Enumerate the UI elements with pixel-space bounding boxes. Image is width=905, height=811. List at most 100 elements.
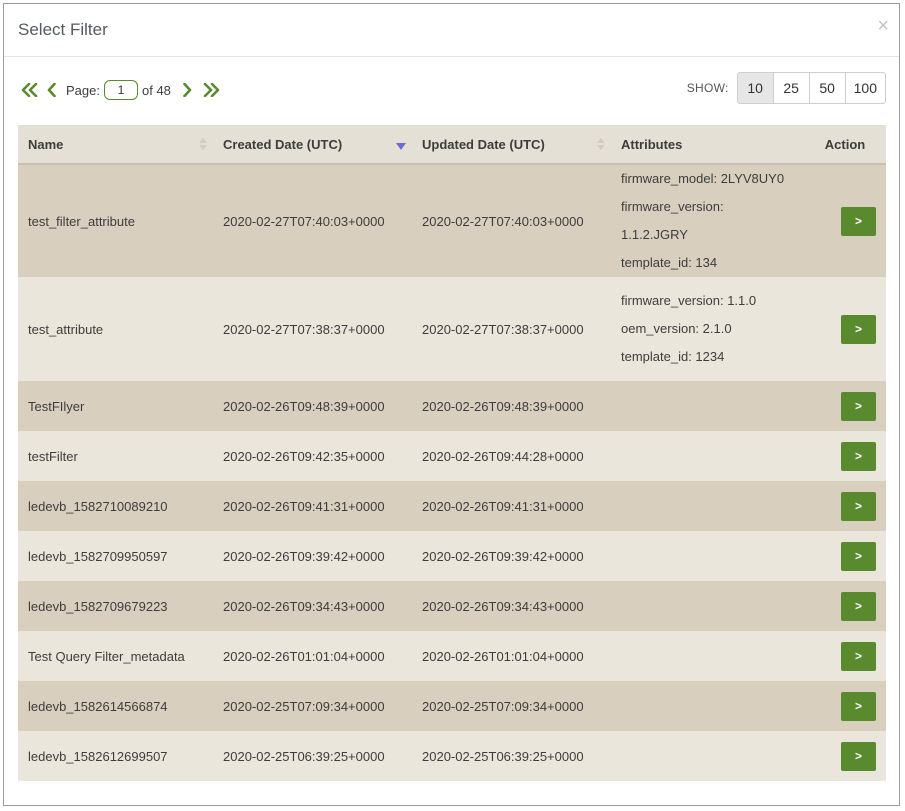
page-size-10-button[interactable]: 10 <box>736 72 774 104</box>
first-page-icon[interactable] <box>21 83 39 97</box>
column-header-action-label: Action <box>824 136 866 152</box>
sort-unsorted-icon <box>199 138 207 150</box>
select-filter-button[interactable]: > <box>841 314 876 344</box>
sort-unsorted-icon <box>597 138 605 150</box>
filter-name-cell: TestFIlyer <box>28 398 85 414</box>
attribute-item: firmware_model: 2LYV8UY0 <box>621 171 785 186</box>
page-size-100-button[interactable]: 100 <box>844 72 886 104</box>
page-size-selector: SHOW: 10 25 50 100 <box>687 72 886 104</box>
attributes-cell <box>611 681 804 731</box>
attribute-item: firmware_version: 1.1.0 <box>621 293 757 308</box>
created-date-cell: 2020-02-27T07:38:37+0000 <box>223 321 385 337</box>
modal-title: Select Filter <box>18 20 108 39</box>
filters-table: Name Created Date (UTC) Updated Date (UT… <box>18 125 886 781</box>
modal-header: Select Filter × <box>4 4 899 57</box>
column-header-updated-label: Updated Date (UTC) <box>422 136 545 152</box>
table-row: ledevb_1582709950597 2020-02-26T09:39:42… <box>18 531 886 581</box>
page-label: Page: <box>66 82 100 98</box>
last-page-icon[interactable] <box>202 83 220 97</box>
filter-name-cell: ledevb_1582709679223 <box>28 598 168 614</box>
filter-name-cell: ledevb_1582612699507 <box>28 748 168 764</box>
created-date-cell: 2020-02-26T01:01:04+0000 <box>223 648 385 664</box>
filter-name-cell: ledevb_1582614566874 <box>28 698 168 714</box>
table-row: test_attribute 2020-02-27T07:38:37+0000 … <box>18 277 886 381</box>
attributes-cell: firmware_version: 1.1.0 oem_version: 2.1… <box>611 277 804 381</box>
updated-date-cell: 2020-02-26T09:34:43+0000 <box>422 598 584 614</box>
created-date-cell: 2020-02-26T09:41:31+0000 <box>223 498 385 514</box>
updated-date-cell: 2020-02-25T07:09:34+0000 <box>422 698 584 714</box>
filter-name-cell: test_attribute <box>28 321 104 337</box>
attributes-cell <box>611 381 804 431</box>
action-cell: > <box>804 277 886 381</box>
action-cell: > <box>804 681 886 731</box>
select-filter-button[interactable]: > <box>841 541 876 571</box>
attributes-cell <box>611 481 804 531</box>
action-cell: > <box>804 631 886 681</box>
updated-date-cell: 2020-02-26T01:01:04+0000 <box>422 648 584 664</box>
page-number-input[interactable] <box>103 80 138 100</box>
attributes-cell <box>611 531 804 581</box>
filter-name-cell: testFilter <box>28 448 78 464</box>
select-filter-button[interactable]: > <box>841 491 876 521</box>
updated-date-cell: 2020-02-26T09:41:31+0000 <box>422 498 584 514</box>
attributes-cell: firmware_model: 2LYV8UY0 firmware_versio… <box>611 164 804 277</box>
updated-date-cell: 2020-02-26T09:44:28+0000 <box>422 448 584 464</box>
table-row: test_filter_attribute 2020-02-27T07:40:0… <box>18 164 886 277</box>
created-date-cell: 2020-02-26T09:48:39+0000 <box>223 398 385 414</box>
total-pages: of 48 <box>141 82 171 98</box>
created-date-cell: 2020-02-25T07:09:34+0000 <box>223 698 385 714</box>
table-row: ledevb_1582612699507 2020-02-25T06:39:25… <box>18 731 886 781</box>
created-date-cell: 2020-02-26T09:34:43+0000 <box>223 598 385 614</box>
attribute-item: template_id: 1234 <box>621 349 725 364</box>
filter-name-cell: test_filter_attribute <box>28 213 135 229</box>
filter-name-cell: ledevb_1582709950597 <box>28 548 168 564</box>
select-filter-button[interactable]: > <box>841 741 876 771</box>
filter-name-cell: ledevb_1582710089210 <box>28 498 168 514</box>
updated-date-cell: 2020-02-26T09:39:42+0000 <box>422 548 584 564</box>
show-label: SHOW: <box>686 81 729 95</box>
pagination: Page: of 48 <box>21 80 220 100</box>
action-cell: > <box>804 731 886 781</box>
filter-name-cell: Test Query Filter_metadata <box>28 648 185 664</box>
created-date-cell: 2020-02-26T09:42:35+0000 <box>223 448 385 464</box>
action-cell: > <box>804 531 886 581</box>
column-header-action: Action <box>804 125 886 165</box>
updated-date-cell: 2020-02-27T07:40:03+0000 <box>422 213 584 229</box>
select-filter-button[interactable]: > <box>841 206 876 236</box>
page-size-50-button[interactable]: 50 <box>808 72 846 104</box>
select-filter-button[interactable]: > <box>841 391 876 421</box>
action-cell: > <box>804 481 886 531</box>
column-header-created-label: Created Date (UTC) <box>223 136 343 152</box>
table-row: ledevb_1582709679223 2020-02-26T09:34:43… <box>18 581 886 631</box>
page-size-25-button[interactable]: 25 <box>772 72 810 104</box>
column-header-name-label: Name <box>28 136 64 152</box>
action-cell: > <box>804 581 886 631</box>
select-filter-button[interactable]: > <box>841 641 876 671</box>
column-header-name[interactable]: Name <box>18 125 213 165</box>
action-cell: > <box>804 431 886 481</box>
table-row: testFilter 2020-02-26T09:42:35+0000 2020… <box>18 431 886 481</box>
column-header-created[interactable]: Created Date (UTC) <box>213 125 412 165</box>
attribute-item: firmware_version: 1.1.2.JGRY <box>621 199 724 242</box>
attributes-cell <box>611 631 804 681</box>
close-icon[interactable]: × <box>877 15 889 38</box>
column-header-updated[interactable]: Updated Date (UTC) <box>412 125 611 165</box>
action-cell: > <box>804 381 886 431</box>
attributes-cell <box>611 581 804 631</box>
select-filter-button[interactable]: > <box>841 691 876 721</box>
column-header-attributes-label: Attributes <box>621 136 683 152</box>
table-row: Test Query Filter_metadata 2020-02-26T01… <box>18 631 886 681</box>
updated-date-cell: 2020-02-27T07:38:37+0000 <box>422 321 584 337</box>
next-page-icon[interactable] <box>182 83 192 97</box>
select-filter-button[interactable]: > <box>841 591 876 621</box>
created-date-cell: 2020-02-26T09:39:42+0000 <box>223 548 385 564</box>
select-filter-button[interactable]: > <box>841 441 876 471</box>
attributes-cell <box>611 431 804 481</box>
previous-page-icon[interactable] <box>47 83 57 97</box>
action-cell: > <box>804 164 886 277</box>
attribute-item: template_id: 134 <box>621 255 718 270</box>
table-row: ledevb_1582710089210 2020-02-26T09:41:31… <box>18 481 886 531</box>
sort-descending-icon <box>396 143 406 150</box>
created-date-cell: 2020-02-27T07:40:03+0000 <box>223 213 385 229</box>
column-header-attributes: Attributes <box>611 125 804 165</box>
